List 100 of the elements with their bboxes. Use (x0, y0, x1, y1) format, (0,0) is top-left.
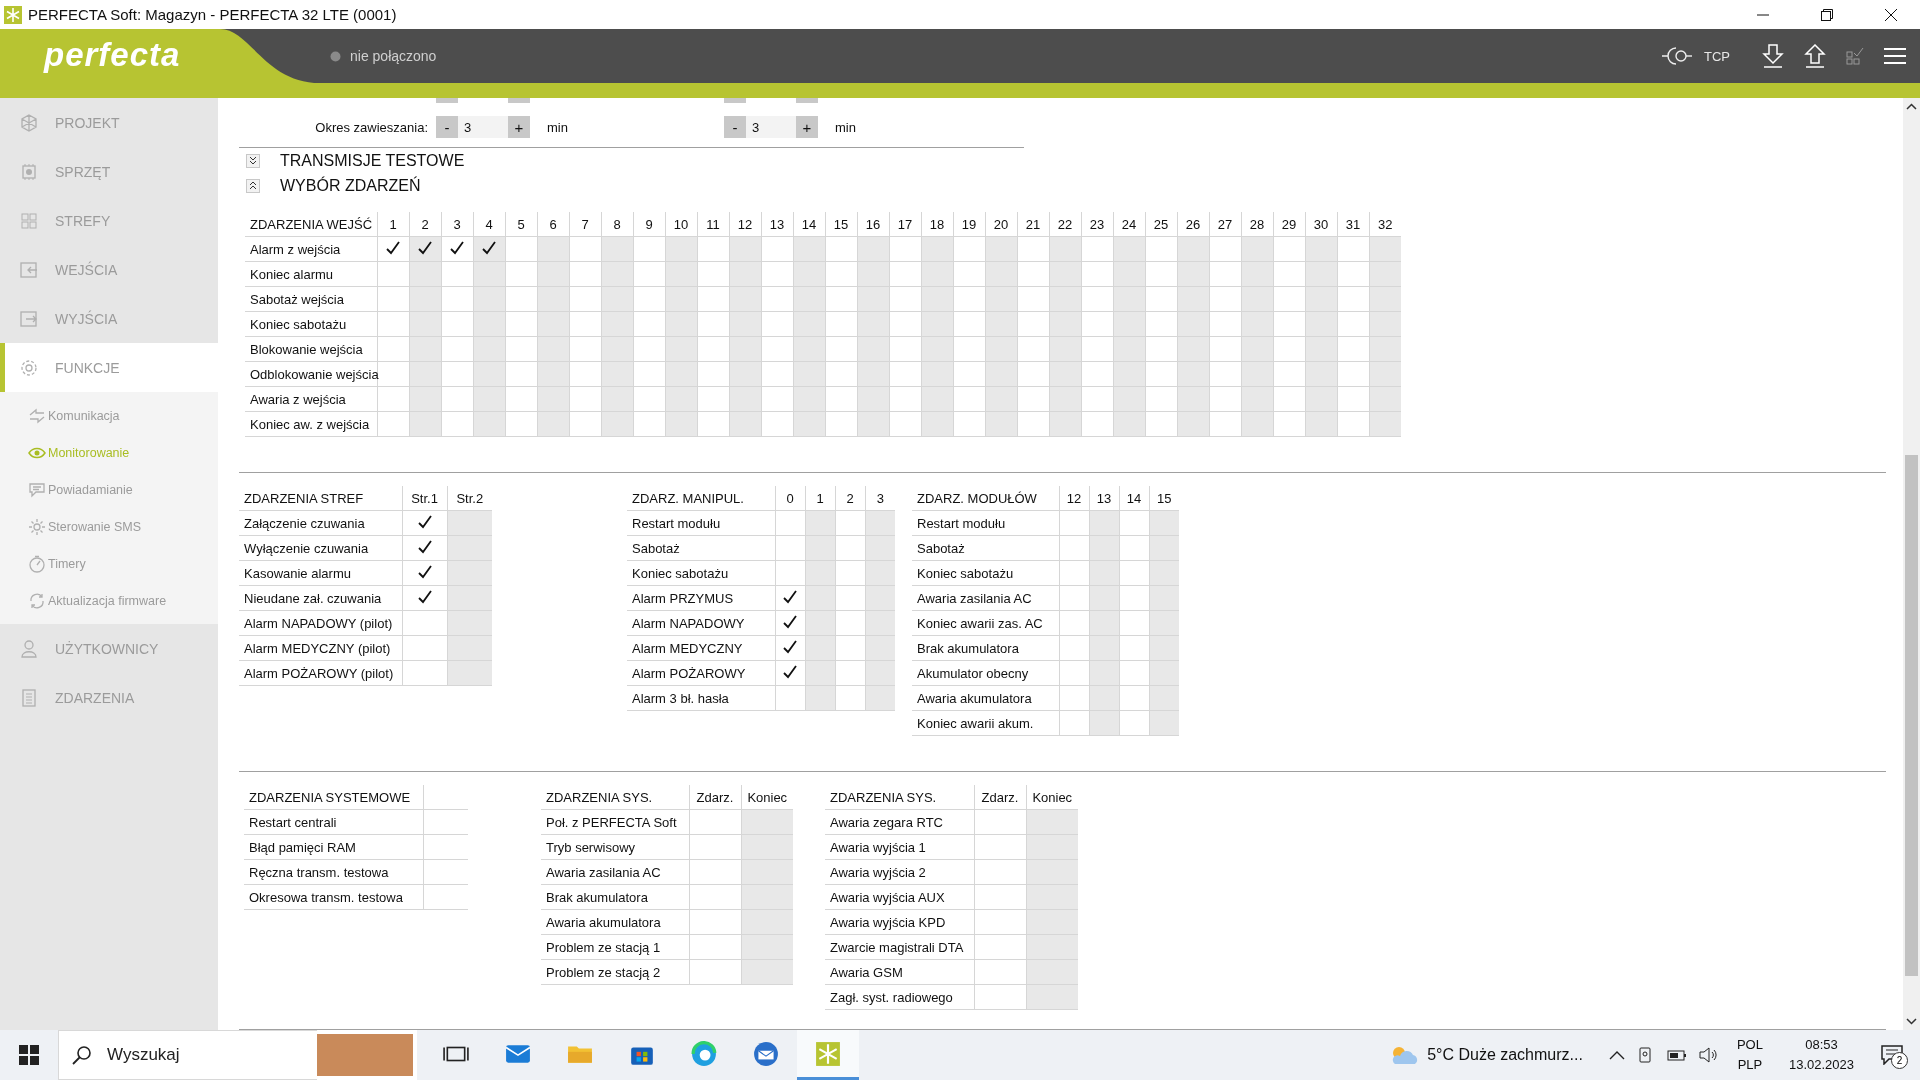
check-cell[interactable] (1369, 261, 1401, 287)
check-cell[interactable] (805, 535, 835, 561)
stepper-button[interactable] (724, 98, 746, 103)
check-cell[interactable] (1149, 610, 1179, 636)
check-cell[interactable] (447, 560, 492, 586)
check-cell[interactable] (1149, 685, 1179, 711)
check-cell[interactable] (665, 386, 697, 412)
sidebar-item[interactable]: WEJŚCIA (0, 245, 218, 294)
check-cell[interactable] (1149, 635, 1179, 661)
check-cell[interactable] (601, 336, 633, 362)
check-cell[interactable] (1049, 311, 1081, 337)
check-cell[interactable] (857, 236, 889, 262)
check-cell[interactable] (1241, 336, 1273, 362)
check-cell[interactable] (473, 336, 505, 362)
check-cell[interactable] (537, 411, 569, 437)
check-cell[interactable] (1113, 311, 1145, 337)
scroll-down-icon[interactable] (1906, 1017, 1917, 1025)
check-cell[interactable] (865, 585, 895, 611)
check-cell[interactable] (1149, 710, 1179, 736)
check-cell[interactable] (921, 286, 953, 312)
sidebar-subitem[interactable]: Komunikacja (0, 397, 218, 434)
check-cell[interactable] (1149, 510, 1179, 536)
search-field[interactable]: Wyszukaj (58, 1030, 317, 1080)
check-cell[interactable] (1113, 411, 1145, 437)
check-cell[interactable] (857, 361, 889, 387)
check-cell[interactable] (985, 261, 1017, 287)
number-field[interactable]: 3 (458, 116, 508, 138)
clock[interactable]: 08:53 13.02.2023 (1780, 1035, 1862, 1075)
check-cell[interactable] (729, 286, 761, 312)
check-cell[interactable] (601, 286, 633, 312)
check-cell[interactable] (473, 311, 505, 337)
check-cell[interactable] (741, 809, 793, 835)
check-cell[interactable] (409, 286, 441, 312)
check-cell[interactable] (1369, 286, 1401, 312)
connection-button[interactable]: TCP (1662, 46, 1730, 66)
check-cell[interactable] (1149, 535, 1179, 561)
check-cell[interactable] (665, 336, 697, 362)
check-cell[interactable] (447, 635, 492, 661)
check-cell[interactable] (537, 311, 569, 337)
check-cell[interactable] (1113, 386, 1145, 412)
check-cell[interactable] (1149, 560, 1179, 586)
check-cell[interactable] (1241, 311, 1273, 337)
number-field[interactable]: 3 (746, 116, 796, 138)
sidebar-item[interactable]: STREFY (0, 196, 218, 245)
check-cell[interactable] (985, 361, 1017, 387)
check-cell[interactable] (741, 909, 793, 935)
increment-button[interactable]: + (796, 116, 818, 138)
check-cell[interactable] (1026, 959, 1078, 985)
check-cell[interactable] (921, 386, 953, 412)
check-cell[interactable] (865, 535, 895, 561)
check-cell[interactable] (1241, 386, 1273, 412)
sidebar-item[interactable]: SPRZĘT (0, 147, 218, 196)
check-cell[interactable] (1177, 286, 1209, 312)
check-cell[interactable] (537, 286, 569, 312)
check-cell[interactable] (1089, 685, 1119, 711)
check-cell[interactable] (985, 311, 1017, 337)
check-cell[interactable] (805, 610, 835, 636)
check-cell[interactable] (741, 859, 793, 885)
check-cell[interactable] (1113, 261, 1145, 287)
check-cell[interactable] (1305, 286, 1337, 312)
check-cell[interactable] (793, 286, 825, 312)
check-cell[interactable] (1089, 585, 1119, 611)
check-cell[interactable] (665, 311, 697, 337)
check-cell[interactable] (1049, 361, 1081, 387)
check-cell[interactable] (865, 610, 895, 636)
expand-button[interactable] (246, 153, 260, 168)
check-cell[interactable] (805, 660, 835, 686)
check-cell[interactable] (1049, 386, 1081, 412)
stepper-button[interactable] (508, 98, 530, 103)
check-cell[interactable] (409, 336, 441, 362)
check-cell[interactable] (423, 884, 468, 910)
check-cell[interactable] (1089, 510, 1119, 536)
check-cell[interactable] (423, 859, 468, 885)
check-cell[interactable] (805, 585, 835, 611)
check-cell[interactable] (1305, 261, 1337, 287)
check-cell[interactable] (601, 386, 633, 412)
check-cell[interactable] (537, 386, 569, 412)
check-cell[interactable] (1305, 311, 1337, 337)
check-cell[interactable] (1305, 361, 1337, 387)
check-cell[interactable] (793, 411, 825, 437)
check-cell[interactable] (1177, 336, 1209, 362)
check-cell[interactable] (665, 261, 697, 287)
check-cell[interactable] (1177, 311, 1209, 337)
check-cell[interactable] (793, 361, 825, 387)
check-cell[interactable] (1177, 236, 1209, 262)
check-cell[interactable] (857, 386, 889, 412)
check-cell[interactable] (793, 311, 825, 337)
check-cell[interactable] (805, 560, 835, 586)
check-cell[interactable] (857, 336, 889, 362)
scroll-up-icon[interactable] (1906, 103, 1917, 111)
check-cell[interactable] (447, 585, 492, 611)
sidebar-subitem[interactable]: Aktualizacja firmware (0, 582, 218, 619)
check-cell[interactable] (1026, 834, 1078, 860)
check-cell[interactable] (447, 535, 492, 561)
check-cell[interactable] (865, 510, 895, 536)
check-cell[interactable] (665, 286, 697, 312)
check-cell[interactable] (1177, 386, 1209, 412)
check-cell[interactable] (409, 411, 441, 437)
check-cell[interactable] (921, 361, 953, 387)
check-cell[interactable] (793, 236, 825, 262)
